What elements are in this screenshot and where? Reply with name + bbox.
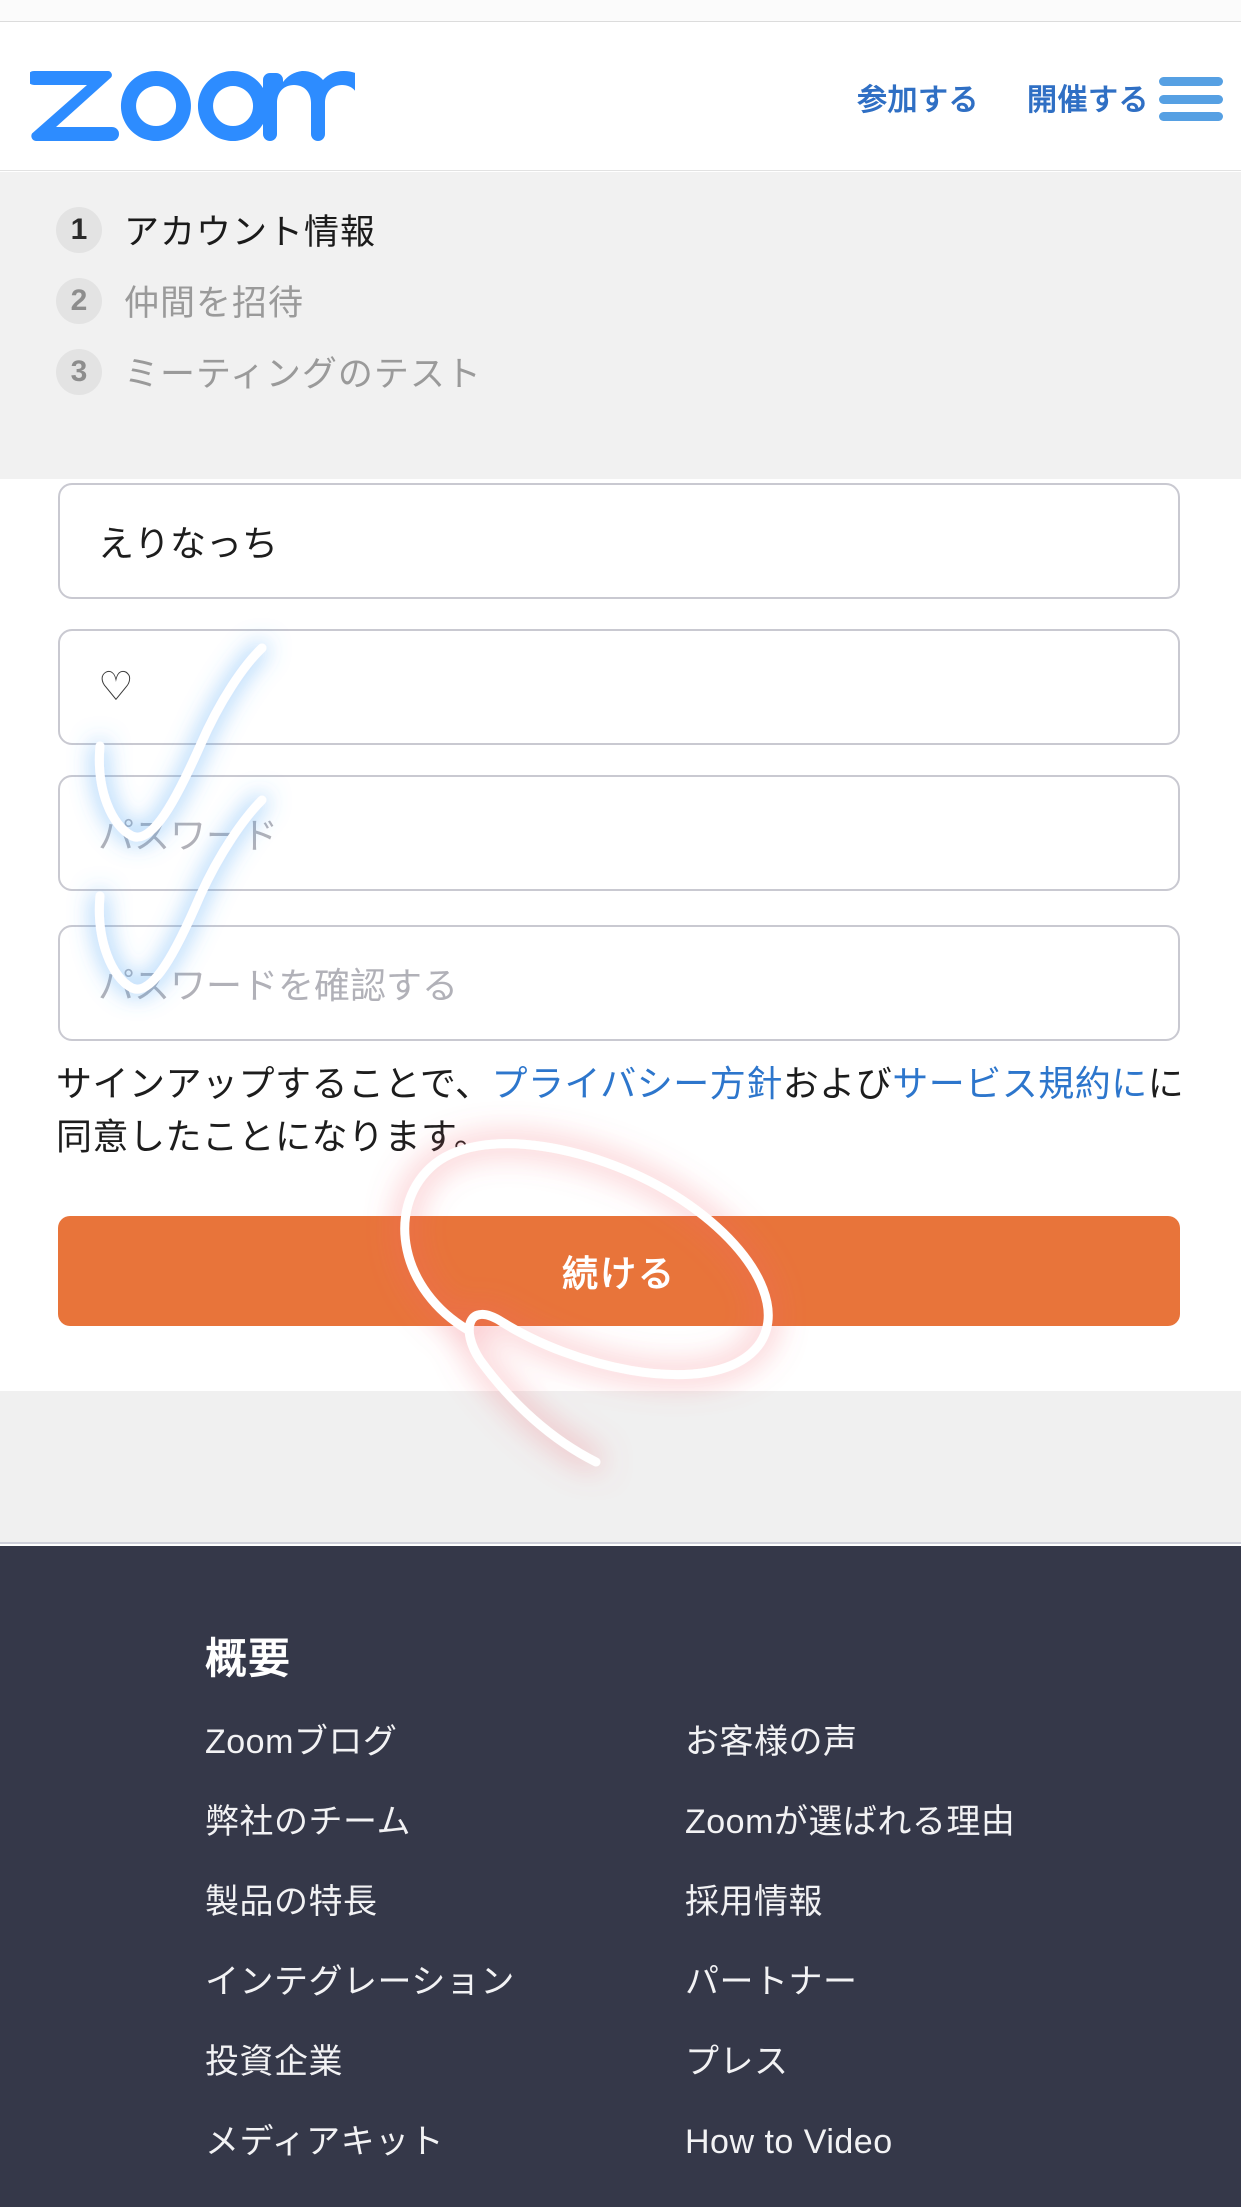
- footer-link-careers[interactable]: 採用情報: [685, 1885, 1145, 1919]
- content-spacer: [0, 1391, 1241, 1544]
- footer-link-our-team[interactable]: 弊社のチーム: [205, 1805, 685, 1839]
- nav-host-link[interactable]: 開催する: [1027, 75, 1149, 119]
- password-confirm-placeholder: パスワードを確認する: [98, 965, 459, 1006]
- terms-of-service-link[interactable]: サービス規約に: [892, 1063, 1148, 1104]
- site-header: 参加する 開催する: [0, 23, 1241, 171]
- nav-join-link[interactable]: 参加する: [857, 75, 979, 119]
- signup-form: えりなっち ♡ パスワード パスワードを確認する サインアップすることで、プライ…: [0, 479, 1241, 1391]
- step-number-2: 2: [56, 277, 102, 324]
- footer-column-right: お客様の声 Zoomが選ばれる理由 採用情報 パートナー プレス How to …: [685, 1725, 1145, 2205]
- step-label-1: アカウント情報: [124, 213, 377, 252]
- site-footer: 概要 Zoomブログ 弊社のチーム 製品の特長 インテグレーション 投資企業 メ…: [0, 1546, 1241, 2207]
- step-item-invite-colleagues[interactable]: 2 仲間を招待: [0, 265, 1241, 336]
- footer-link-investors[interactable]: 投資企業: [205, 2045, 685, 2079]
- step-item-account-info[interactable]: 1 アカウント情報: [0, 194, 1241, 265]
- step-label-3: ミーティングのテスト: [124, 355, 482, 394]
- name-input-value: えりなっち: [98, 523, 279, 564]
- signup-steps: 1 アカウント情報 2 仲間を招待 3 ミーティングのテスト: [0, 172, 1241, 479]
- hamburger-menu-icon[interactable]: [1157, 73, 1225, 125]
- terms-prefix: サインアップすることで、: [56, 1063, 492, 1104]
- zoom-logo[interactable]: [30, 51, 355, 143]
- footer-link-blog[interactable]: Zoomブログ: [205, 1725, 685, 1759]
- password-placeholder: パスワード: [98, 815, 279, 856]
- footer-column-left: Zoomブログ 弊社のチーム 製品の特長 インテグレーション 投資企業 メディア…: [205, 1725, 685, 2205]
- footer-heading-overview: 概要: [205, 1635, 292, 1682]
- step-item-test-meeting[interactable]: 3 ミーティングのテスト: [0, 336, 1241, 407]
- step-label-2: 仲間を招待: [124, 284, 305, 323]
- footer-link-media-kit[interactable]: メディアキット: [205, 2125, 685, 2159]
- hamburger-bar-2: [1159, 94, 1223, 104]
- footer-link-features[interactable]: 製品の特長: [205, 1885, 685, 1919]
- footer-link-customer-voice[interactable]: お客様の声: [685, 1725, 1145, 1759]
- name-input[interactable]: えりなっち: [58, 483, 1180, 599]
- terms-middle: および: [782, 1063, 893, 1104]
- password-input[interactable]: パスワード: [58, 775, 1180, 891]
- header-nav: 参加する 開催する: [857, 23, 1149, 171]
- footer-link-how-to-video[interactable]: How to Video: [685, 2125, 1145, 2159]
- footer-link-why-zoom[interactable]: Zoomが選ばれる理由: [685, 1805, 1145, 1839]
- zoom-signup-page: 参加する 開催する 1 アカウント情報 2 仲間を招待 3 ミーティングのテスト…: [0, 0, 1241, 2207]
- step-number-1: 1: [56, 206, 102, 253]
- continue-button[interactable]: 続ける: [58, 1216, 1180, 1326]
- hamburger-bar-1: [1159, 77, 1223, 86]
- footer-link-integrations[interactable]: インテグレーション: [205, 1965, 685, 1999]
- lastname-input[interactable]: ♡: [58, 629, 1180, 745]
- heart-icon: ♡: [98, 665, 134, 709]
- password-confirm-input[interactable]: パスワードを確認する: [58, 925, 1180, 1041]
- step-number-3: 3: [56, 348, 102, 395]
- privacy-policy-link[interactable]: プライバシー方針: [491, 1063, 782, 1104]
- footer-link-partners[interactable]: パートナー: [685, 1965, 1145, 1999]
- browser-top-strip: [0, 0, 1241, 22]
- terms-agreement-text: サインアップすることで、プライバシー方針およびサービス規約にに同意したことになり…: [56, 1057, 1186, 1164]
- footer-link-columns: Zoomブログ 弊社のチーム 製品の特長 インテグレーション 投資企業 メディア…: [205, 1725, 1145, 2205]
- footer-link-press[interactable]: プレス: [685, 2045, 1145, 2079]
- hamburger-bar-3: [1159, 112, 1223, 121]
